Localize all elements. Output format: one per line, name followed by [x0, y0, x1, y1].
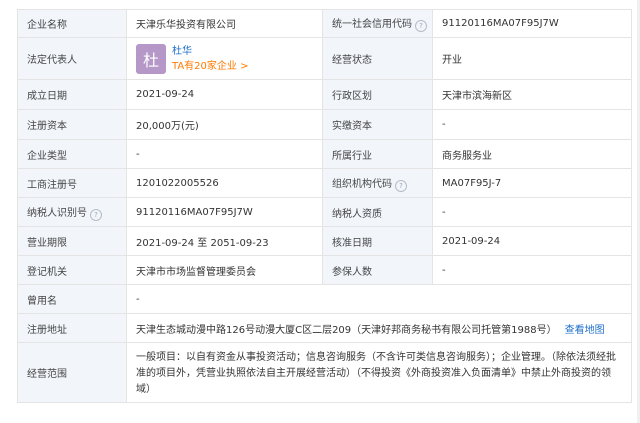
label-reg-number: 工商注册号: [17, 168, 127, 198]
label-business-term: 营业期限: [17, 226, 127, 256]
legal-rep-cell: 杜 杜华 TA有20家企业 >: [126, 37, 323, 80]
label-company-name: 企业名称: [17, 9, 127, 38]
company-info-table: 企业名称 天津乐华投资有限公司 统一社会信用代码? 91120116MA07F9…: [17, 9, 632, 403]
row-business-term: 营业期限 2021-09-24 至 2051-09-23 核准日期 2021-0…: [17, 226, 632, 256]
label-address: 注册地址: [17, 313, 127, 343]
label-taxpayer-id-text: 纳税人识别号: [27, 207, 87, 219]
label-paid-capital: 实缴资本: [322, 109, 433, 140]
label-credit-code-text: 统一社会信用代码: [332, 19, 412, 30]
value-reg-number: 1201022005526: [126, 168, 323, 198]
label-taxpayer-qualification: 纳税人资质: [322, 197, 433, 227]
value-former-name: -: [126, 284, 632, 314]
value-industry: 商务服务业: [432, 139, 632, 169]
row-reg-number: 工商注册号 1201022005526 组织机构代码? MA07F95J-7: [17, 168, 632, 198]
value-company-type: -: [126, 139, 323, 169]
value-registered-capital: 20,000万(元): [126, 109, 323, 140]
company-info-page: 企业名称 天津乐华投资有限公司 统一社会信用代码? 91120116MA07F9…: [0, 0, 640, 423]
label-legal-rep: 法定代表人: [17, 37, 127, 80]
row-business-scope: 经营范围 一般项目：以自有资金从事投资活动；信息咨询服务（不含许可类信息咨询服务…: [17, 342, 632, 403]
value-registration-authority: 天津市市场监督管理委员会: [126, 255, 323, 285]
row-address: 注册地址 天津生态城动漫中路126号动漫大厦C区二层209（天津好邦商务秘书有限…: [17, 313, 632, 343]
label-business-scope: 经营范围: [17, 342, 127, 403]
value-taxpayer-id: 91120116MA07F95J7W: [126, 197, 323, 227]
value-org-code: MA07F95J-7: [432, 168, 632, 198]
legal-rep-name-link[interactable]: 杜华: [172, 44, 248, 59]
label-org-code: 组织机构代码?: [322, 168, 433, 198]
value-business-term: 2021-09-24 至 2051-09-23: [126, 226, 323, 256]
row-company-type: 企业类型 - 所属行业 商务服务业: [17, 139, 632, 169]
related-companies-link[interactable]: TA有20家企业 >: [172, 59, 248, 74]
label-company-type: 企业类型: [17, 139, 127, 169]
row-former-name: 曾用名 -: [17, 284, 632, 314]
value-address: 天津生态城动漫中路126号动漫大厦C区二层209（天津好邦商务秘书有限公司托管第…: [136, 324, 557, 336]
label-taxpayer-id: 纳税人识别号?: [17, 197, 127, 227]
row-registered-capital: 注册资本 20,000万(元) 实缴资本 -: [17, 109, 632, 140]
label-registered-capital: 注册资本: [17, 109, 127, 140]
value-insured-count: -: [432, 255, 632, 285]
label-former-name: 曾用名: [17, 284, 127, 314]
value-address-cell: 天津生态城动漫中路126号动漫大厦C区二层209（天津好邦商务秘书有限公司托管第…: [126, 313, 632, 343]
label-credit-code: 统一社会信用代码?: [322, 9, 433, 38]
row-registration-authority: 登记机关 天津市市场监督管理委员会 参保人数 -: [17, 255, 632, 285]
value-business-scope: 一般项目：以自有资金从事投资活动；信息咨询服务（不含许可类信息咨询服务）；企业管…: [126, 342, 632, 403]
value-paid-capital: -: [432, 109, 632, 140]
label-registration-authority: 登记机关: [17, 255, 127, 285]
row-company-name: 企业名称 天津乐华投资有限公司 统一社会信用代码? 91120116MA07F9…: [17, 9, 632, 38]
label-admin-region: 行政区划: [322, 79, 433, 110]
row-taxpayer-id: 纳税人识别号? 91120116MA07F95J7W 纳税人资质 -: [17, 197, 632, 227]
value-company-name: 天津乐华投资有限公司: [126, 9, 323, 38]
value-credit-code: 91120116MA07F95J7W: [432, 9, 632, 38]
value-establish-date: 2021-09-24: [126, 79, 323, 110]
help-icon[interactable]: ?: [395, 179, 407, 192]
row-legal-rep: 法定代表人 杜 杜华 TA有20家企业 > 经营状态 开业: [17, 37, 632, 80]
label-org-code-text: 组织机构代码: [332, 178, 392, 190]
value-approval-date: 2021-09-24: [432, 226, 632, 256]
value-admin-region: 天津市滨海新区: [432, 79, 632, 110]
label-establish-date: 成立日期: [17, 79, 127, 110]
help-icon[interactable]: ?: [415, 20, 427, 32]
label-insured-count: 参保人数: [322, 255, 433, 285]
value-taxpayer-qualification: -: [432, 197, 632, 227]
help-icon[interactable]: ?: [90, 208, 102, 221]
label-business-status: 经营状态: [322, 37, 433, 80]
row-establish-date: 成立日期 2021-09-24 行政区划 天津市滨海新区: [17, 79, 632, 110]
value-business-status: 开业: [432, 37, 632, 80]
label-industry: 所属行业: [322, 139, 433, 169]
view-map-link[interactable]: 查看地图: [565, 325, 605, 336]
avatar[interactable]: 杜: [136, 43, 166, 74]
label-approval-date: 核准日期: [322, 226, 433, 256]
